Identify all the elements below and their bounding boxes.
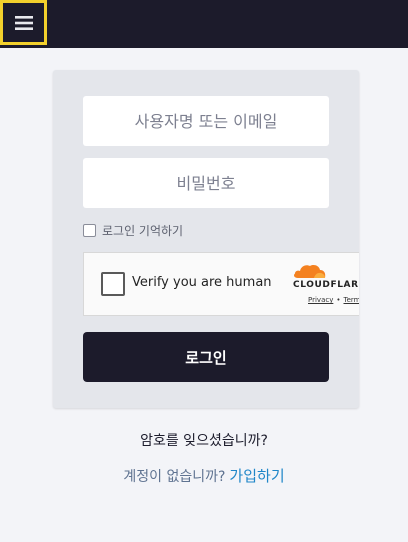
login-button[interactable]: 로그인 <box>83 332 329 382</box>
login-card: 로그인 기억하기 Verify you are human CLOUDFLARE… <box>53 70 359 408</box>
signup-link[interactable]: 가입하기 <box>229 467 284 485</box>
cloudflare-wordmark: CLOUDFLARE <box>293 280 359 290</box>
captcha-label: Verify you are human <box>132 275 272 290</box>
hamburger-menu-button[interactable] <box>0 0 47 45</box>
terms-link[interactable]: Terms <box>344 296 360 304</box>
signup-row: 계정이 없습니까? 가입하기 <box>0 465 408 486</box>
username-or-email-input[interactable] <box>83 96 329 146</box>
password-input[interactable] <box>83 158 329 208</box>
hamburger-menu-icon <box>14 15 33 30</box>
remember-me-checkbox[interactable] <box>83 223 96 237</box>
captcha-links: Privacy•Terms <box>308 296 359 304</box>
privacy-link[interactable]: Privacy <box>308 296 333 304</box>
forgot-password-row: 암호를 잊으셨습니까? <box>0 430 408 450</box>
forgot-password-link[interactable]: 암호를 잊으셨습니까? <box>140 433 268 449</box>
cloudflare-cloud-icon <box>294 265 326 278</box>
link-separator: • <box>336 296 341 304</box>
cloudflare-captcha-widget: Verify you are human CLOUDFLARE Privacy •… <box>83 252 359 316</box>
remember-me-row[interactable]: 로그인 기억하기 <box>83 221 183 239</box>
no-account-text: 계정이 없습니까? <box>123 469 226 485</box>
top-navigation-bar <box>0 0 408 48</box>
captcha-checkbox[interactable] <box>101 272 125 296</box>
remember-me-label: 로그인 기억하기 <box>102 223 184 238</box>
